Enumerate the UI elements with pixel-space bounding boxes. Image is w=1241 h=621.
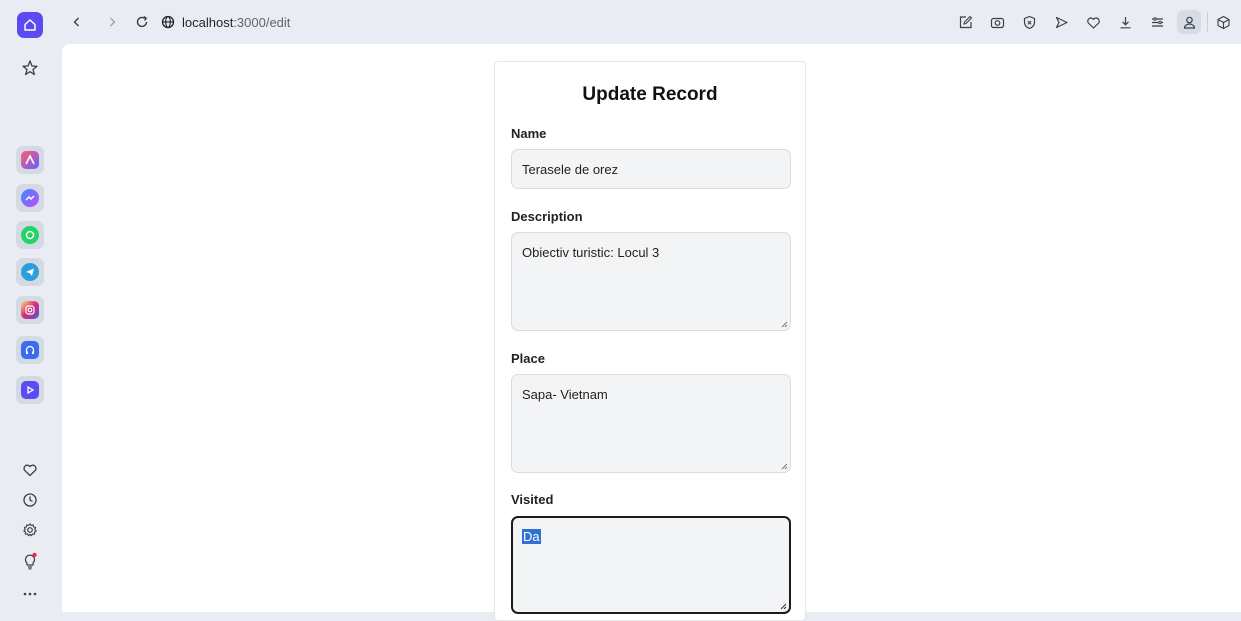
cube-icon	[1216, 15, 1230, 29]
visited-textarea[interactable]: Da	[511, 516, 791, 614]
play-icon	[21, 381, 39, 399]
toolbar-divider	[1207, 12, 1208, 32]
extensions-button[interactable]	[1213, 12, 1233, 32]
tab-list-button[interactable]	[1145, 10, 1169, 34]
more-dots-icon	[23, 592, 37, 596]
favorite-page-button[interactable]	[1081, 10, 1105, 34]
resize-handle-icon[interactable]	[780, 462, 788, 470]
player-tile[interactable]	[16, 376, 44, 404]
messenger-icon	[21, 189, 39, 207]
edit-icon	[959, 15, 972, 28]
shield-icon	[1023, 15, 1035, 29]
favorites-button[interactable]	[17, 55, 43, 81]
form-title: Update Record	[582, 84, 718, 105]
lightbulb-icon	[24, 552, 37, 570]
whatsapp-tile[interactable]	[16, 221, 44, 249]
page-content: Update Record Name Terasele de orez Desc…	[62, 44, 1241, 621]
screenshot-button[interactable]	[985, 10, 1009, 34]
chevron-left-icon	[73, 17, 79, 27]
tips-button[interactable]	[20, 551, 40, 571]
profile-button[interactable]	[1177, 10, 1201, 34]
url-path: :3000/edit	[233, 14, 291, 30]
send-button[interactable]	[1049, 10, 1073, 34]
app-store-icon	[21, 151, 39, 169]
update-record-form: Update Record Name Terasele de orez Desc…	[494, 61, 806, 621]
home-icon	[24, 19, 36, 31]
downloads-button[interactable]	[1113, 10, 1137, 34]
messenger-tile[interactable]	[16, 184, 44, 212]
description-textarea-value: Obiectiv turistic: Locul 3	[522, 245, 660, 260]
telegram-tile[interactable]	[16, 258, 44, 286]
camera-icon	[990, 17, 1004, 28]
description-label: Description	[511, 209, 583, 224]
wishlist-button[interactable]	[20, 460, 40, 480]
forward-button[interactable]	[102, 12, 122, 32]
list-filter-icon	[1151, 16, 1163, 27]
heart-icon	[23, 464, 37, 477]
reload-button[interactable]	[132, 12, 152, 32]
gear-icon	[23, 523, 37, 537]
description-textarea[interactable]: Obiectiv turistic: Locul 3	[511, 232, 791, 331]
name-label: Name	[511, 126, 547, 141]
user-icon	[1183, 16, 1195, 29]
vpn-button[interactable]	[1017, 10, 1041, 34]
music-tile[interactable]	[16, 336, 44, 364]
visited-label: Visited	[511, 492, 554, 507]
visited-textarea-value: Da	[522, 529, 541, 544]
place-textarea[interactable]: Sapa- Vietnam	[511, 374, 791, 473]
headphones-icon	[21, 341, 39, 359]
browser-sidebar	[0, 0, 62, 612]
address-bar[interactable]: localhost:3000/edit	[182, 11, 290, 33]
browser-toolbar: localhost:3000/edit	[62, 0, 1241, 44]
send-icon	[1055, 16, 1068, 28]
telegram-icon	[21, 263, 39, 281]
instagram-tile[interactable]	[16, 296, 44, 324]
name-input[interactable]: Terasele de orez	[511, 149, 791, 189]
place-textarea-value: Sapa- Vietnam	[522, 387, 608, 402]
resize-handle-icon[interactable]	[780, 320, 788, 328]
resize-handle-icon[interactable]	[779, 602, 787, 610]
chevron-right-icon	[110, 17, 116, 27]
settings-button[interactable]	[20, 520, 40, 540]
download-icon	[1120, 16, 1130, 28]
reload-icon	[136, 15, 148, 28]
star-icon	[22, 60, 38, 76]
place-label: Place	[511, 351, 545, 366]
heart-icon	[1086, 16, 1100, 29]
more-button[interactable]	[20, 584, 40, 604]
edit-page-button[interactable]	[953, 10, 977, 34]
back-button[interactable]	[67, 12, 87, 32]
history-button[interactable]	[20, 490, 40, 510]
url-host: localhost	[182, 14, 234, 30]
clock-icon	[23, 493, 37, 507]
instagram-icon	[21, 301, 39, 319]
home-button[interactable]	[17, 12, 43, 38]
site-info-button[interactable]	[158, 12, 178, 32]
app-launcher-tile[interactable]	[16, 146, 44, 174]
name-input-value: Terasele de orez	[522, 162, 619, 177]
whatsapp-icon	[21, 226, 39, 244]
globe-icon	[161, 15, 175, 29]
toolbar-actions	[953, 10, 1201, 34]
